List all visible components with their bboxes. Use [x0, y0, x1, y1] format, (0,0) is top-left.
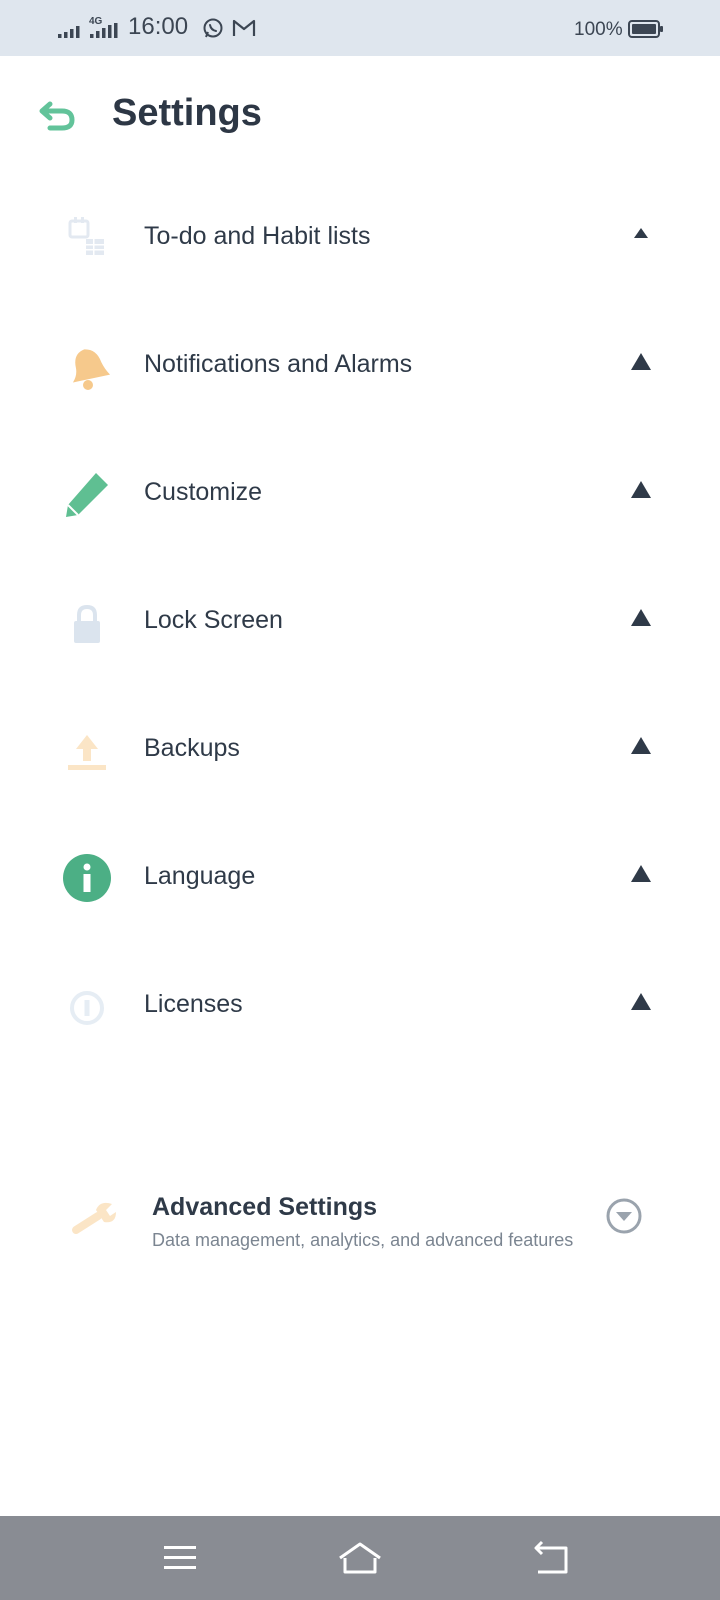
settings-item-lock-screen[interactable]: Lock Screen: [0, 558, 720, 686]
info-icon: [63, 854, 111, 902]
triangle-up-icon: [631, 609, 651, 626]
battery-percent: 100%: [574, 19, 623, 40]
home-icon: [339, 1542, 381, 1574]
settings-list: To-do and Habit lists Notifications and …: [0, 174, 720, 1070]
page-title: Settings: [112, 92, 262, 134]
advanced-settings-button[interactable]: Advanced Settings Data management, analy…: [0, 1172, 720, 1268]
back-button[interactable]: [36, 96, 80, 136]
license-icon: [70, 991, 104, 1025]
settings-item-label: Language: [144, 862, 256, 890]
system-nav-bar: [0, 1516, 720, 1600]
settings-item-label: Lock Screen: [144, 606, 283, 634]
battery-icon: [628, 20, 663, 38]
whatsapp-icon: [203, 18, 223, 38]
advanced-settings-title: Advanced Settings: [152, 1193, 378, 1221]
4g-signal-icon: 4G: [89, 16, 118, 38]
back-icon: [534, 1540, 568, 1574]
settings-item-language[interactable]: Language: [0, 814, 720, 942]
triangle-up-icon: [631, 353, 651, 370]
back-nav-button[interactable]: [526, 1536, 574, 1580]
chevron-down-circle-icon[interactable]: [604, 1196, 644, 1236]
bell-icon: [72, 349, 111, 390]
menu-icon: [164, 1546, 196, 1569]
calendar-list-icon: [68, 217, 104, 255]
upload-icon: [68, 735, 106, 770]
settings-item-label: To-do and Habit lists: [144, 222, 371, 250]
triangle-up-icon: [634, 228, 648, 238]
settings-item-label: Customize: [144, 478, 263, 506]
lock-icon: [74, 604, 100, 643]
signal-icon: [58, 26, 80, 38]
menu-button[interactable]: [156, 1536, 204, 1580]
svg-text:4G: 4G: [89, 16, 103, 27]
settings-item-label: Licenses: [144, 990, 243, 1018]
advanced-settings-subtitle: Data management, analytics, and advanced…: [152, 1230, 574, 1250]
triangle-up-icon: [631, 737, 651, 754]
settings-item-backups[interactable]: Backups: [0, 686, 720, 814]
status-bar: 4G 16:00 100%: [0, 0, 720, 56]
wrench-icon: [72, 1202, 116, 1234]
gmail-icon: [232, 19, 256, 36]
triangle-up-icon: [631, 865, 651, 882]
pencil-icon: [66, 473, 108, 517]
settings-item-label: Backups: [144, 734, 240, 762]
home-button[interactable]: [336, 1536, 384, 1580]
triangle-up-icon: [631, 993, 651, 1010]
settings-item-customize[interactable]: Customize: [0, 430, 720, 558]
status-time: 16:00: [128, 13, 189, 40]
settings-item-licenses[interactable]: Licenses: [0, 942, 720, 1070]
back-arrow-icon: [39, 101, 75, 131]
settings-item-todo-habit[interactable]: To-do and Habit lists: [0, 174, 720, 302]
settings-item-notifications[interactable]: Notifications and Alarms: [0, 302, 720, 430]
triangle-up-icon: [631, 481, 651, 498]
settings-item-label: Notifications and Alarms: [144, 350, 413, 378]
